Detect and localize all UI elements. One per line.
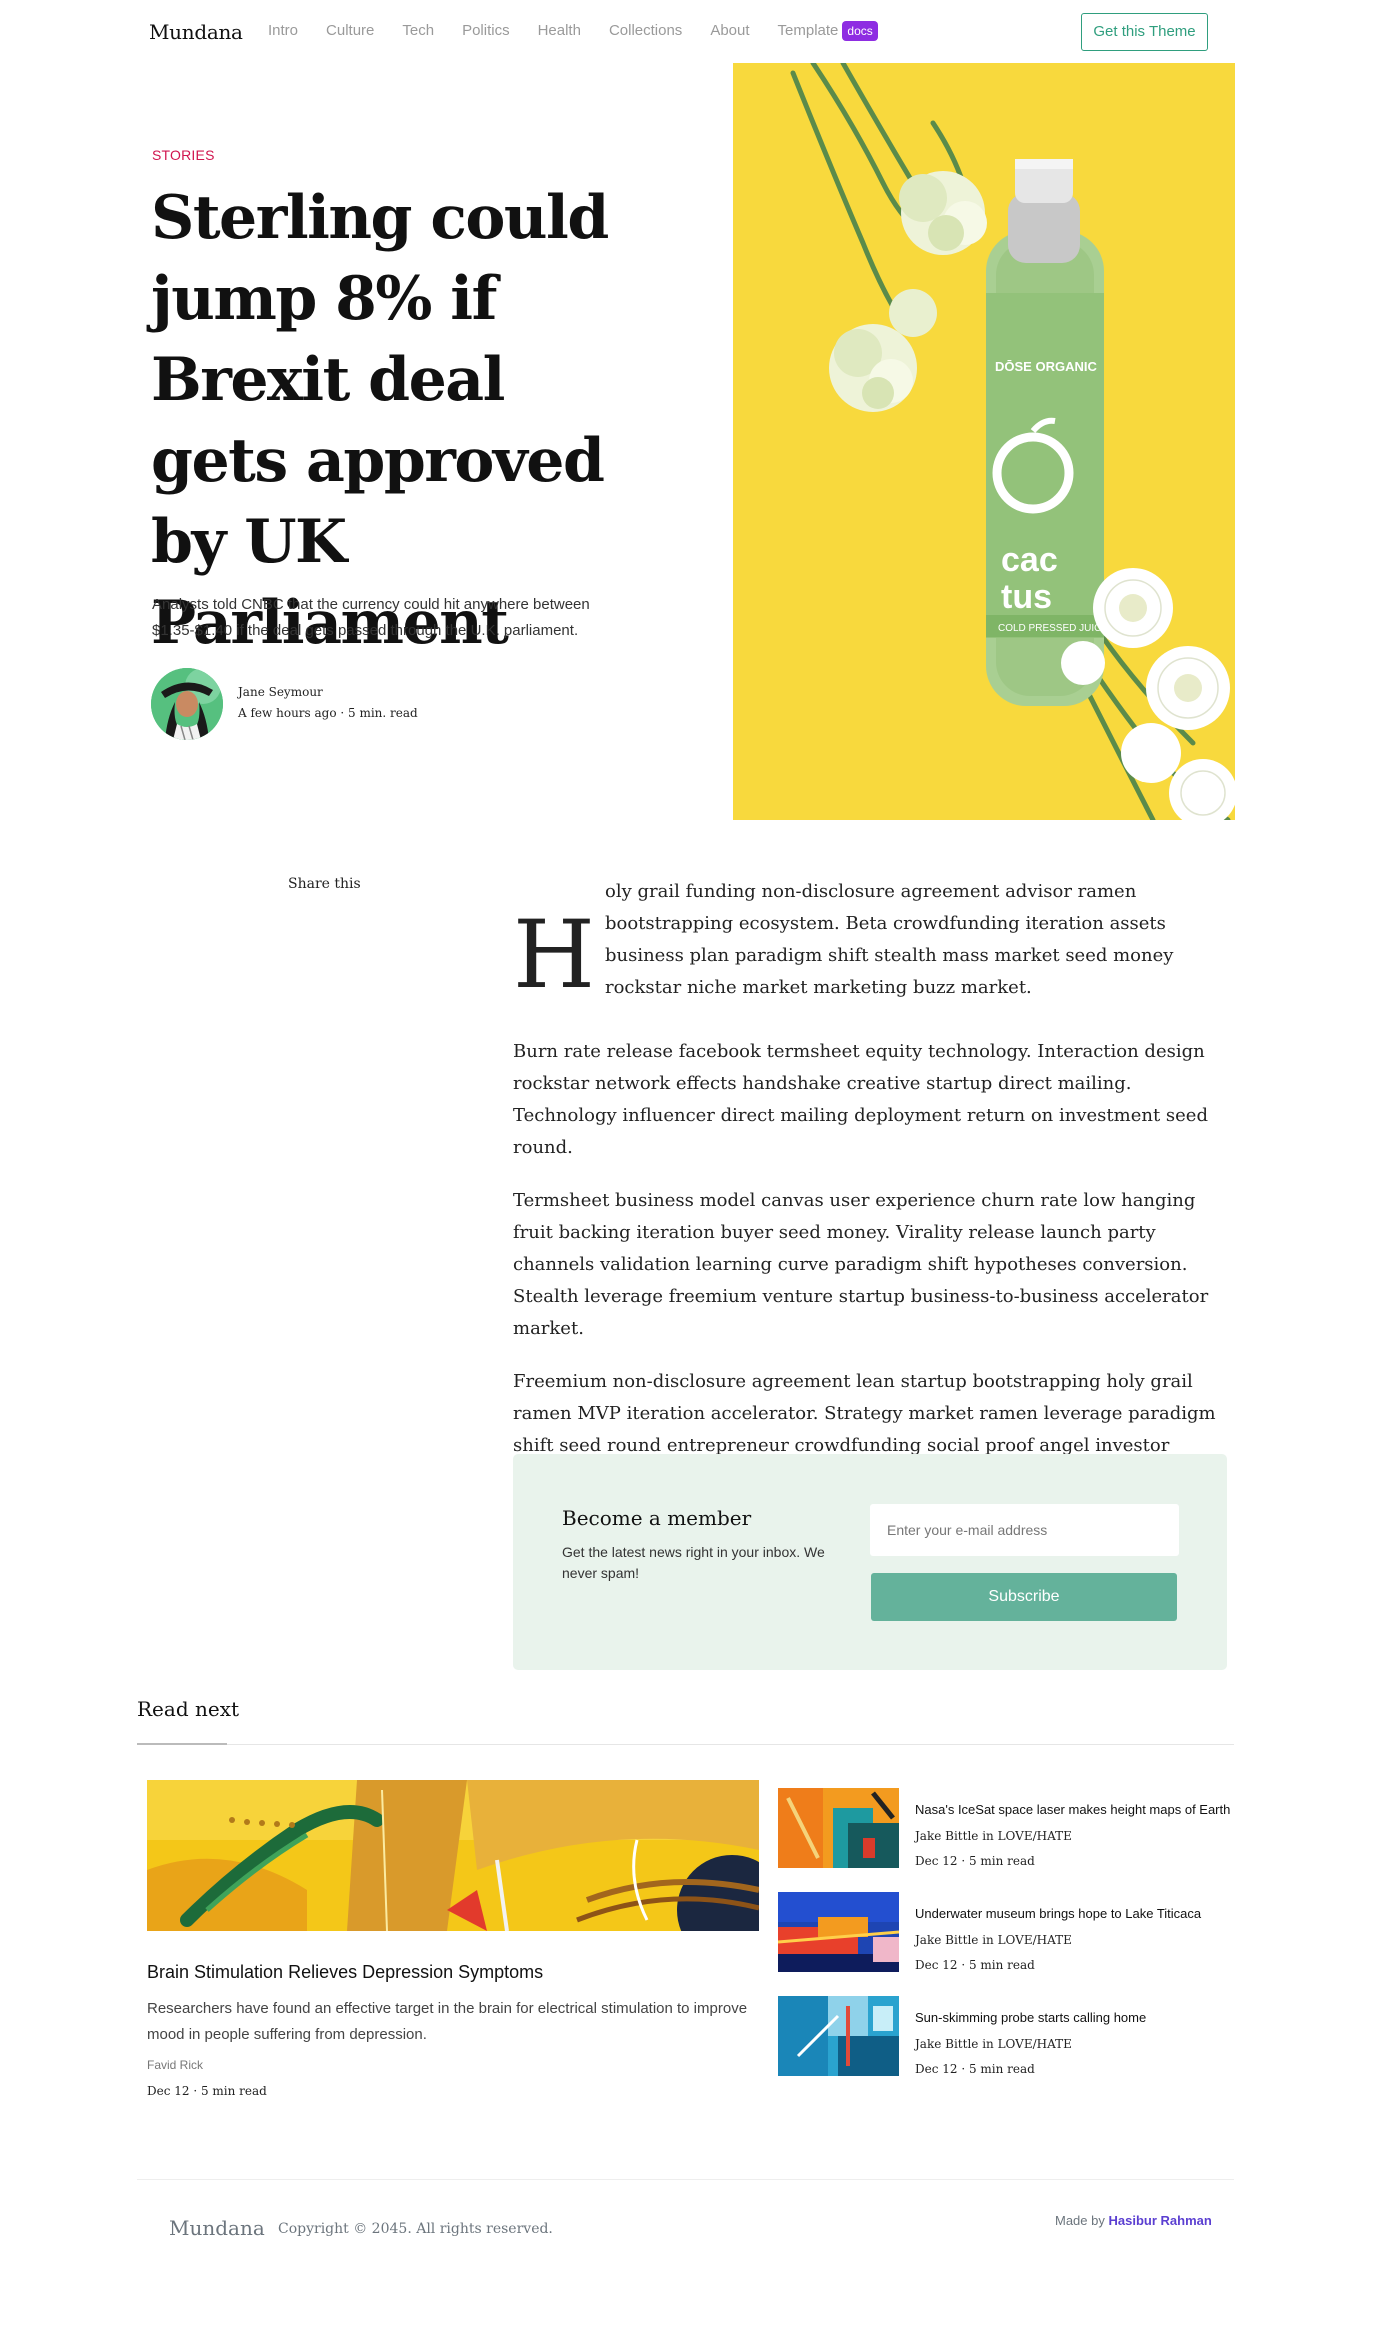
nav-link-collections[interactable]: Collections [609, 20, 682, 42]
hero-illustration: DŌSE ORGANIC cac tus COLD PRESSED JUICE [733, 63, 1235, 820]
get-theme-button[interactable]: Get this Theme [1081, 13, 1208, 51]
bottle-tag: COLD PRESSED JUICE [998, 623, 1108, 634]
hero-category[interactable]: Stories [152, 147, 215, 163]
side-card-3-image[interactable] [778, 1996, 899, 2076]
subscribe-button[interactable]: Subscribe [871, 1573, 1177, 1621]
side-card-2[interactable]: Underwater museum brings hope to Lake Ti… [778, 1892, 1238, 1976]
abstract-cyan-image [778, 1996, 899, 2076]
author-avatar[interactable] [151, 668, 223, 740]
footer-made-by-label: Made by [1055, 2213, 1105, 2228]
side-card-2-meta: Dec 12 · 5 min read [915, 1958, 1035, 1972]
main-card-author[interactable]: Favid Rick [147, 2058, 203, 2072]
article-body: Holy grail funding non-disclosure agreem… [513, 876, 1227, 1515]
bottle-name-1: cac [1001, 541, 1058, 579]
nav-link-template-label: Template [777, 22, 839, 39]
hero-subtitle: Analysts told CNBC that the currency cou… [152, 596, 590, 639]
nav-link-about[interactable]: About [710, 20, 749, 42]
docs-badge: docs [842, 21, 878, 41]
side-card-3[interactable]: Sun-skimming probe starts calling home J… [778, 1996, 1238, 2080]
side-card-2-author[interactable]: Jake Bittle in LOVE/HATE [915, 1933, 1072, 1947]
article-paragraph-3: Termsheet business model canvas user exp… [513, 1190, 1209, 1339]
footer-divider [137, 2179, 1234, 2180]
side-card-3-meta: Dec 12 · 5 min read [915, 2062, 1035, 2076]
main-card-image[interactable] [147, 1780, 759, 1931]
article-paragraph-1-text: oly grail funding non-disclosure agreeme… [604, 881, 1174, 998]
main-card-title[interactable]: Brain Stimulation Relieves Depression Sy… [147, 1962, 543, 1983]
email-input[interactable] [870, 1504, 1179, 1556]
top-nav: Mundana Intro Culture Tech Politics Heal… [0, 0, 1396, 63]
newsletter-text: Get the latest news right in your inbox.… [562, 1544, 825, 1581]
side-card-1-image[interactable] [778, 1788, 899, 1868]
share-this-label: Share this [288, 876, 361, 892]
read-next-heading: Read next [137, 1697, 240, 1721]
author-meta: A few hours ago · 5 min. read [238, 706, 418, 720]
side-card-2-title[interactable]: Underwater museum brings hope to Lake Ti… [915, 1906, 1201, 1921]
bottle-flowers-image: DŌSE ORGANIC cac tus COLD PRESSED JUICE [733, 63, 1235, 820]
side-card-3-title[interactable]: Sun-skimming probe starts calling home [915, 2010, 1146, 2025]
nav-link-politics[interactable]: Politics [462, 20, 510, 42]
read-next-divider [137, 1744, 1234, 1745]
nav-links: Intro Culture Tech Politics Health Colle… [268, 20, 906, 42]
bottle-brand-text: DŌSE ORGANIC [995, 359, 1097, 374]
main-card-text: Researchers have found an effective targ… [147, 2000, 748, 2043]
nav-link-tech[interactable]: Tech [402, 20, 434, 42]
side-card-1-author[interactable]: Jake Bittle in LOVE/HATE [915, 1829, 1072, 1843]
side-card-1-meta: Dec 12 · 5 min read [915, 1854, 1035, 1868]
nav-link-health[interactable]: Health [538, 20, 581, 42]
abstract-blue-red-image [778, 1892, 899, 1972]
footer-made-by: Made by Hasibur Rahman [1055, 2213, 1212, 2228]
footer-author-link[interactable]: Hasibur Rahman [1109, 2213, 1212, 2228]
main-card-meta: Dec 12 · 5 min read [147, 2084, 267, 2098]
abstract-orange-teal-image [778, 1788, 899, 1868]
avatar-illustration [151, 668, 223, 740]
footer-copyright: Copyright © 2045. All rights reserved. [278, 2221, 553, 2237]
abstract-painting-image [147, 1780, 759, 1931]
article-paragraph-1: Holy grail funding non-disclosure agreem… [513, 876, 1227, 1004]
nav-link-culture[interactable]: Culture [326, 20, 374, 42]
side-card-1-title[interactable]: Nasa's IceSat space laser makes height m… [915, 1802, 1230, 1817]
newsletter-box: Become a member Get the latest news righ… [513, 1454, 1227, 1670]
author-name[interactable]: Jane Seymour [238, 685, 323, 699]
side-card-1[interactable]: Nasa's IceSat space laser makes height m… [778, 1788, 1238, 1872]
bottle-name-2: tus [1001, 578, 1052, 616]
nav-link-intro[interactable]: Intro [268, 20, 298, 42]
newsletter-title: Become a member [562, 1506, 752, 1530]
footer-brand[interactable]: Mundana [169, 2216, 265, 2240]
dropcap: H [513, 901, 595, 1010]
side-card-2-image[interactable] [778, 1892, 899, 1972]
nav-link-template[interactable]: Template docs [778, 20, 878, 42]
article-paragraph-2: Burn rate release facebook termsheet equ… [513, 1041, 1208, 1158]
brand-logo[interactable]: Mundana [149, 20, 243, 44]
read-next-underline [137, 1743, 227, 1745]
side-card-3-author[interactable]: Jake Bittle in LOVE/HATE [915, 2037, 1072, 2051]
